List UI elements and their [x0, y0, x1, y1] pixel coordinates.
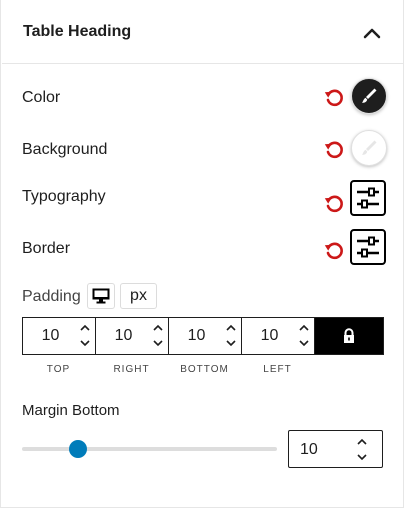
margin-bottom-value: 10	[300, 441, 318, 458]
padding-left-input[interactable]: 10	[242, 318, 315, 354]
padding-top-input[interactable]: 10	[23, 318, 96, 354]
collapse-button[interactable]	[358, 20, 386, 46]
panel-title: Table Heading	[23, 23, 132, 40]
spin-up-icon[interactable]	[356, 437, 368, 446]
chevron-up-icon	[363, 28, 381, 39]
spin-down-icon[interactable]	[356, 453, 368, 462]
border-label: Border	[22, 240, 71, 257]
sliders-icon	[357, 187, 379, 209]
background-label: Background	[22, 141, 108, 158]
table-heading-panel: Table Heading Color Background Typograph…	[0, 0, 404, 508]
link-values-button[interactable]	[315, 318, 383, 354]
desktop-icon	[92, 288, 110, 304]
padding-right-input[interactable]: 10	[96, 318, 169, 354]
padding-top-value: 10	[41, 327, 60, 344]
reset-background-icon[interactable]	[323, 138, 345, 160]
panel-header[interactable]: Table Heading	[2, 0, 404, 64]
color-label: Color	[22, 89, 61, 106]
spin-down-icon[interactable]	[225, 339, 237, 348]
slider-thumb[interactable]	[69, 440, 88, 458]
background-swatch[interactable]	[351, 130, 387, 166]
lock-icon	[344, 328, 354, 343]
margin-bottom-slider[interactable]	[22, 440, 277, 458]
spin-up-icon[interactable]	[152, 323, 164, 332]
margin-bottom-label: Margin Bottom	[22, 402, 120, 419]
spin-down-icon[interactable]	[79, 339, 91, 348]
brush-icon	[362, 140, 377, 155]
padding-right-label: RIGHT	[113, 364, 150, 375]
padding-top-label: TOP	[46, 364, 71, 375]
spin-up-icon[interactable]	[298, 323, 310, 332]
device-toggle-button[interactable]	[87, 283, 115, 309]
sliders-icon	[357, 236, 379, 258]
reset-typography-icon[interactable]	[323, 192, 345, 214]
spin-up-icon[interactable]	[225, 323, 237, 332]
typography-label: Typography	[22, 188, 106, 205]
reset-color-icon[interactable]	[323, 86, 345, 108]
margin-bottom-input[interactable]: 10	[288, 430, 383, 468]
padding-bottom-label: BOTTOM	[180, 364, 229, 375]
spin-down-icon[interactable]	[152, 339, 164, 348]
brush-icon	[362, 88, 377, 103]
spin-down-icon[interactable]	[298, 339, 310, 348]
reset-border-icon[interactable]	[323, 239, 345, 261]
padding-left-value: 10	[260, 327, 279, 344]
padding-inputs: 10 10 10 10	[22, 317, 384, 355]
spin-up-icon[interactable]	[79, 323, 91, 332]
color-swatch[interactable]	[351, 78, 387, 114]
padding-right-value: 10	[114, 327, 133, 344]
border-settings-button[interactable]	[350, 229, 386, 265]
padding-label: Padding	[22, 288, 81, 305]
typography-settings-button[interactable]	[350, 180, 386, 216]
padding-left-label: LEFT	[263, 364, 292, 375]
unit-value: px	[130, 287, 147, 304]
unit-select[interactable]: px	[120, 283, 157, 309]
padding-bottom-input[interactable]: 10	[169, 318, 242, 354]
padding-bottom-value: 10	[187, 327, 206, 344]
